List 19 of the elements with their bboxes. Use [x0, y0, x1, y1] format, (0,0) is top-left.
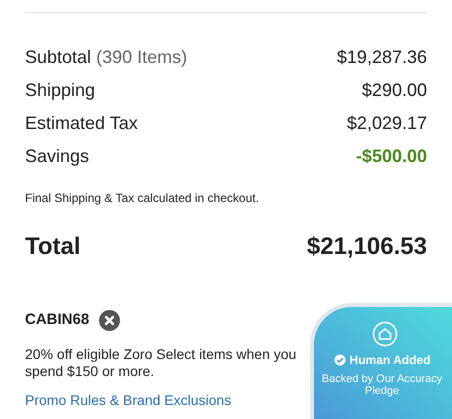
summary-label: Savings: [25, 144, 90, 168]
promo-description: 20% off eligible Zoro Select items when you spend $150 or more.: [25, 346, 298, 380]
summary-value: $2,029.17: [346, 112, 427, 134]
summary-value: $290.00: [362, 78, 427, 102]
promo-rules-link[interactable]: Promo Rules & Brand Exclusions: [25, 390, 232, 410]
remove-promo-icon[interactable]: [99, 310, 120, 331]
summary-value: $19,287.36: [336, 46, 427, 68]
shipping-note: Final Shipping & Tax calculated in checkout.: [25, 190, 260, 207]
summary-value: -$500.00: [356, 144, 427, 168]
home-icon: [372, 321, 398, 347]
summary-label: Subtotal (390 Items): [25, 46, 188, 69]
total-value: $21,106.53: [306, 232, 427, 262]
summary-label: Shipping: [25, 78, 96, 102]
badge-subtitle: Backed by Our Accuracy Pledge: [320, 373, 444, 397]
summary-label: Estimated Tax: [25, 112, 138, 134]
promo-code: CABIN68: [25, 310, 90, 330]
total-label: Total: [25, 232, 81, 262]
badge-title: Human Added: [350, 352, 430, 369]
check-icon: [334, 354, 346, 366]
